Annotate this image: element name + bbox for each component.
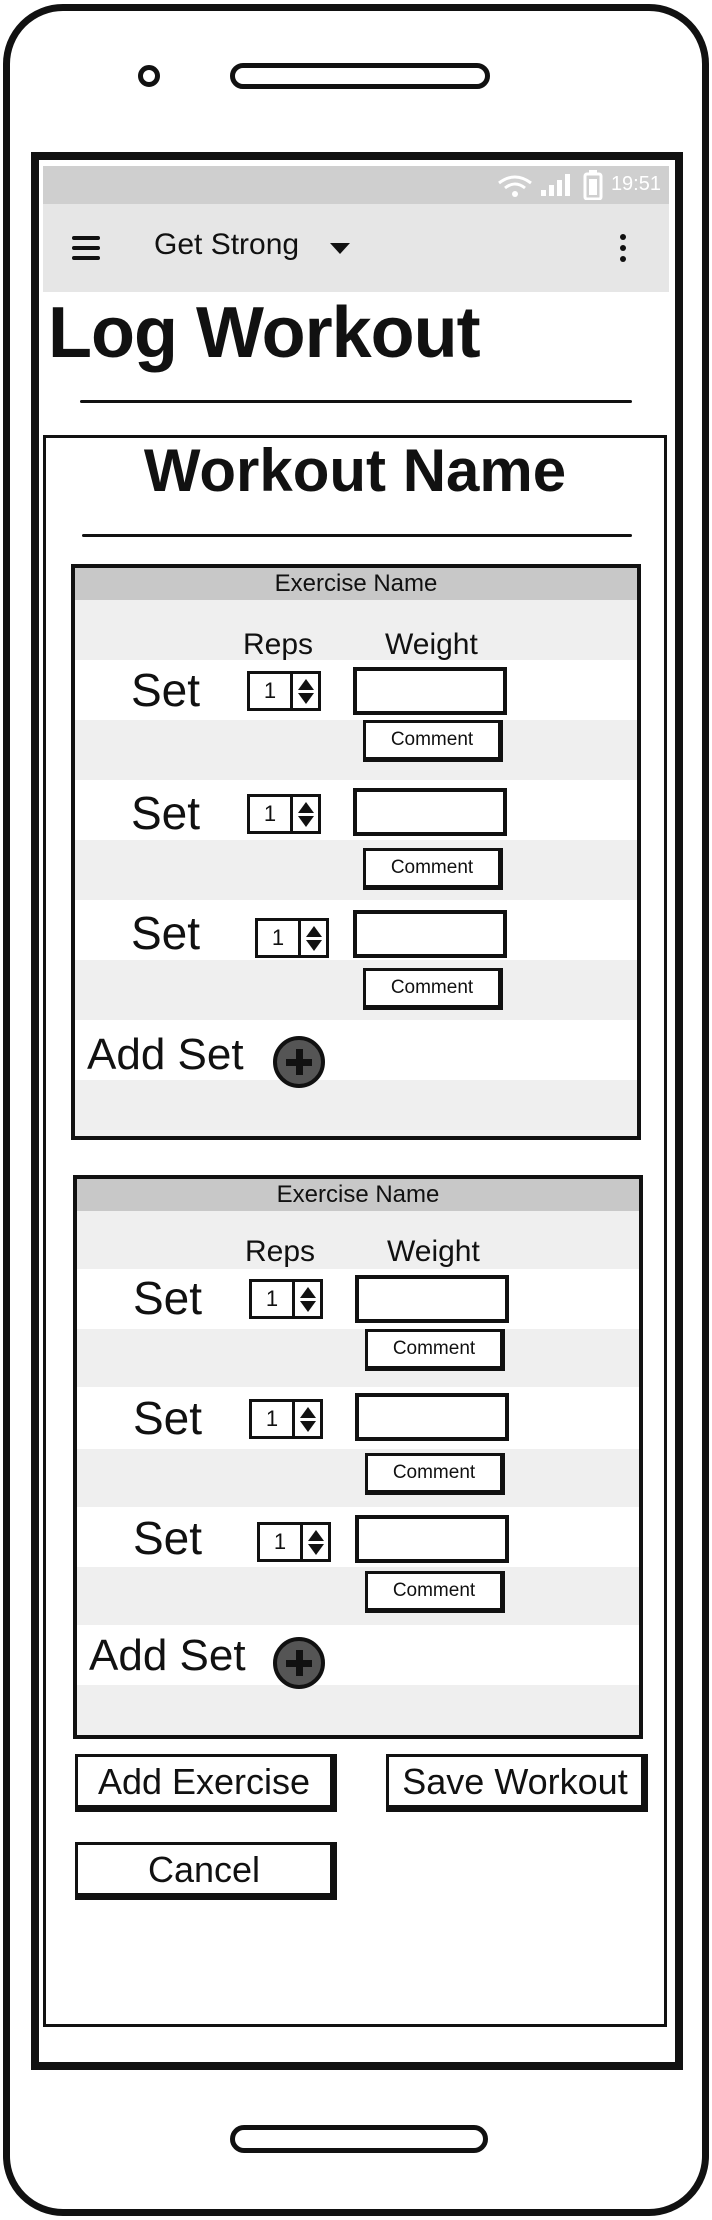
increment-icon[interactable] (299, 1286, 316, 1298)
exercise-name: Exercise Name (77, 1179, 639, 1211)
increment-icon[interactable] (297, 678, 314, 690)
plus-circle-icon[interactable] (273, 1036, 325, 1088)
app-title-dropdown[interactable]: Get Strong (154, 228, 299, 262)
comment-button[interactable]: Comment (363, 720, 503, 762)
set-label: Set (133, 1272, 203, 1324)
weight-input[interactable] (355, 1393, 509, 1441)
comment-button[interactable]: Comment (363, 848, 503, 890)
cancel-button[interactable]: Cancel (75, 1842, 337, 1900)
reps-stepper[interactable]: 1 (247, 671, 321, 711)
wifi-icon (498, 175, 532, 197)
home-button[interactable] (230, 2125, 488, 2153)
battery-icon (583, 170, 603, 200)
weight-input[interactable] (353, 788, 507, 836)
reps-stepper[interactable]: 1 (249, 1399, 323, 1439)
reps-value: 1 (250, 797, 293, 831)
decrement-icon[interactable] (297, 815, 314, 827)
set-label: Set (131, 907, 201, 959)
increment-icon[interactable] (299, 1406, 316, 1418)
reps-value: 1 (258, 921, 301, 955)
exercise-card: Exercise Name Reps Weight Set 1 Comment … (71, 564, 641, 1140)
set-label: Set (133, 1512, 203, 1564)
set-label: Set (131, 664, 201, 716)
weight-input[interactable] (355, 1515, 509, 1563)
weight-input[interactable] (353, 910, 507, 958)
decrement-icon[interactable] (297, 692, 314, 704)
reps-stepper[interactable]: 1 (247, 794, 321, 834)
add-exercise-button[interactable]: Add Exercise (75, 1754, 337, 1812)
page-title: Log Workout (48, 293, 481, 373)
reps-stepper[interactable]: 1 (249, 1279, 323, 1319)
set-label: Set (131, 787, 201, 839)
reps-value: 1 (252, 1282, 295, 1316)
title-divider (80, 400, 632, 403)
add-set-label[interactable]: Add Set (89, 1631, 246, 1681)
workout-name[interactable]: Workout Name (43, 436, 667, 505)
reps-stepper[interactable]: 1 (257, 1522, 331, 1562)
speaker-grille (230, 63, 490, 89)
plus-circle-icon[interactable] (273, 1637, 325, 1689)
comment-button[interactable]: Comment (365, 1571, 505, 1613)
decrement-icon[interactable] (307, 1543, 324, 1555)
reps-value: 1 (260, 1525, 303, 1559)
weight-column-header: Weight (387, 1235, 480, 1268)
comment-button[interactable]: Comment (363, 968, 503, 1010)
comment-button[interactable]: Comment (365, 1329, 505, 1371)
save-workout-button[interactable]: Save Workout (386, 1754, 648, 1812)
app-bar (43, 204, 669, 292)
signal-icon (541, 174, 570, 196)
add-set-label[interactable]: Add Set (87, 1030, 244, 1080)
increment-icon[interactable] (305, 925, 322, 937)
reps-value: 1 (252, 1402, 295, 1436)
reps-stepper[interactable]: 1 (255, 918, 329, 958)
decrement-icon[interactable] (305, 939, 322, 951)
weight-column-header: Weight (385, 628, 478, 661)
weight-input[interactable] (353, 667, 507, 715)
increment-icon[interactable] (297, 801, 314, 813)
weight-input[interactable] (355, 1275, 509, 1323)
reps-column-header: Reps (245, 1235, 316, 1268)
reps-column-header: Reps (243, 628, 314, 661)
exercise-name: Exercise Name (75, 568, 637, 600)
hamburger-menu-icon[interactable] (72, 236, 100, 260)
more-vertical-icon[interactable] (620, 234, 626, 262)
camera-icon (138, 65, 160, 87)
status-time: 19:51 (610, 173, 661, 195)
workout-name-divider (82, 534, 632, 537)
decrement-icon[interactable] (299, 1420, 316, 1432)
increment-icon[interactable] (307, 1529, 324, 1541)
set-label: Set (133, 1392, 203, 1444)
comment-button[interactable]: Comment (365, 1453, 505, 1495)
exercise-card: Exercise Name Reps Weight Set 1 Comment … (73, 1175, 643, 1739)
reps-value: 1 (250, 674, 293, 708)
status-bar: 19:51 (43, 166, 669, 204)
decrement-icon[interactable] (299, 1300, 316, 1312)
caret-down-icon[interactable] (330, 243, 350, 254)
